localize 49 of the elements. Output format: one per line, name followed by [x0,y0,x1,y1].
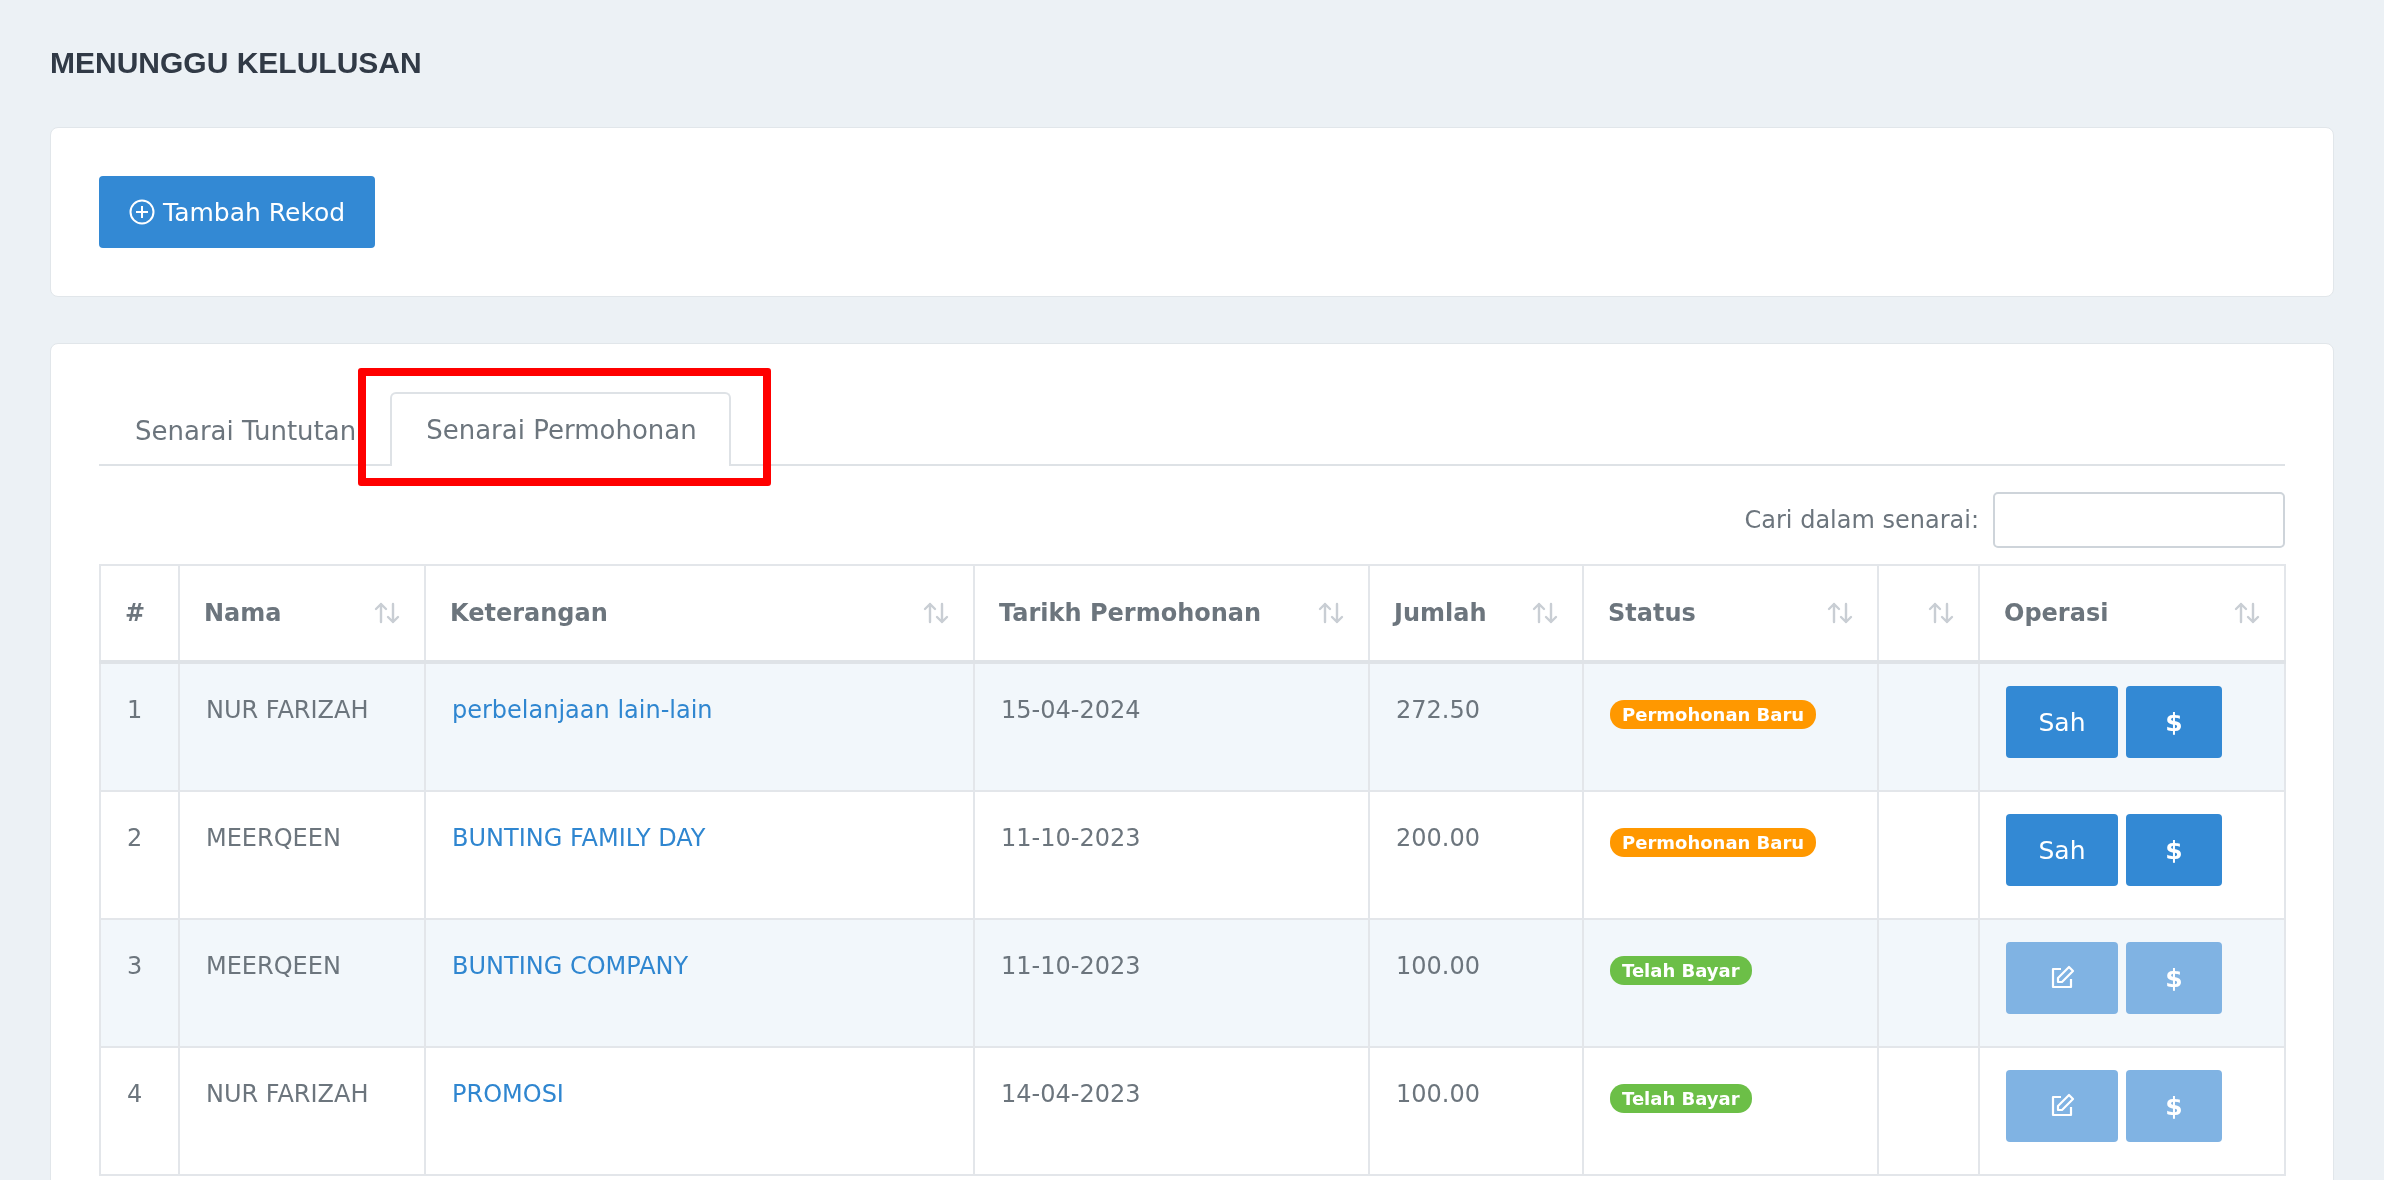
name-text: MEERQEEN [206,824,341,852]
description-link[interactable]: BUNTING COMPANY [452,952,689,980]
description-link[interactable]: PROMOSI [452,1080,564,1108]
page-title: MENUNGGU KELULUSAN [50,46,422,80]
amount-text: 100.00 [1396,952,1480,980]
sort-icon[interactable] [1532,601,1558,625]
search-label: Cari dalam senarai: [1744,506,1979,534]
status-badge: Permohonan Baru [1610,828,1817,857]
description-link[interactable]: perbelanjaan lain-lain [452,696,713,724]
amount-text: 200.00 [1396,824,1480,852]
date-text: 11-10-2023 [1001,824,1141,852]
status-badge: Telah Bayar [1610,956,1752,985]
payment-button[interactable]: $ [2126,814,2222,886]
approve-button[interactable]: Sah [2006,686,2118,758]
row-number: 4 [127,1080,143,1108]
sort-icon[interactable] [1827,601,1853,625]
date-text: 11-10-2023 [1001,952,1141,980]
tab[interactable]: Senarai Permohonan [390,392,731,466]
column-title: Status [1608,599,1696,627]
status-badge: Permohonan Baru [1610,700,1817,729]
sort-icon[interactable] [2234,601,2260,625]
add-record-button[interactable]: Tambah Rekod [99,176,376,248]
date-text: 14-04-2023 [1001,1080,1141,1108]
column-title: Jumlah [1394,599,1487,627]
column-title: Tarikh Permohonan [999,599,1262,627]
approve-button[interactable]: Sah [2006,814,2118,886]
date-text: 15-04-2024 [1001,696,1141,724]
column-title: # [125,599,146,627]
amount-text: 272.50 [1396,696,1480,724]
column-title: Keterangan [450,599,608,627]
tab[interactable]: Senarai Tuntutan [99,394,391,466]
name-text: NUR FARIZAH [206,696,369,724]
status-badge: Telah Bayar [1610,1084,1752,1113]
row-number: 3 [127,952,143,980]
column-title: Operasi [2004,599,2109,627]
search-field[interactable] [1993,492,2285,548]
description-link[interactable]: BUNTING FAMILY DAY [452,824,706,852]
row-number: 2 [127,824,143,852]
sort-icon[interactable] [374,601,400,625]
sort-icon[interactable] [923,601,949,625]
row-number: 1 [127,696,143,724]
amount-text: 100.00 [1396,1080,1480,1108]
column-title: Nama [204,599,282,627]
sort-icon[interactable] [1318,601,1344,625]
sort-icon[interactable] [1928,601,1954,625]
name-text: MEERQEEN [206,952,341,980]
plus-circle-icon [129,199,155,225]
name-text: NUR FARIZAH [206,1080,369,1108]
payment-button[interactable]: $ [2126,686,2222,758]
